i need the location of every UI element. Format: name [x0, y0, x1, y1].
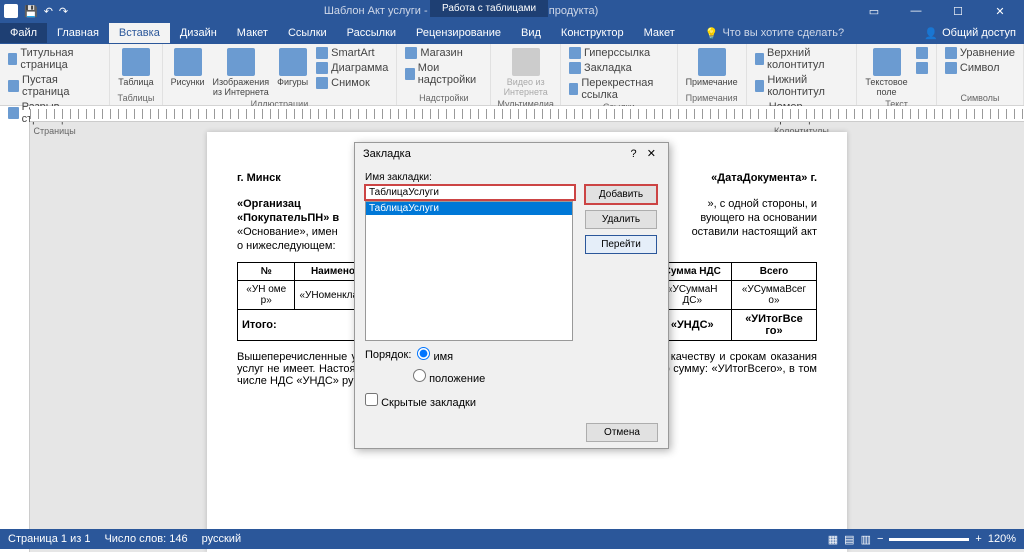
shapes-button[interactable]: Фигуры [275, 46, 310, 89]
tab-view[interactable]: Вид [511, 23, 551, 43]
ribbon-comments: Примечание Примечания [678, 44, 747, 105]
view-read-icon[interactable]: ▦ [828, 533, 838, 546]
add-button[interactable]: Добавить [585, 185, 657, 204]
statusbar: Страница 1 из 1 Число слов: 146 русский … [0, 529, 1024, 549]
ribbon: Титульная страница Пустая страница Разры… [0, 44, 1024, 106]
ribbon-media: Видео из Интернета Мультимедиа [491, 44, 561, 105]
table-tools-label: Работа с таблицами [430, 0, 548, 17]
dialog-close-icon[interactable]: ✕ [637, 147, 660, 160]
menubar: Файл Главная Вставка Дизайн Макет Ссылки… [0, 22, 1024, 44]
cancel-button[interactable]: Отмена [586, 423, 658, 442]
crossref-button[interactable]: Перекрестная ссылка [567, 76, 671, 102]
tab-table-layout[interactable]: Макет [634, 23, 685, 43]
tab-file[interactable]: Файл [0, 23, 47, 43]
ribbon-text: Текстовое поле Текст [857, 44, 937, 105]
close-icon[interactable]: ✕ [980, 0, 1020, 22]
tab-mailings[interactable]: Рассылки [337, 23, 406, 43]
zoom-out-icon[interactable]: − [877, 533, 883, 545]
store-button[interactable]: Магазин [403, 46, 484, 60]
my-addins-button[interactable]: Мои надстройки [403, 61, 484, 87]
tab-review[interactable]: Рецензирование [406, 23, 511, 43]
zoom-value[interactable]: 120% [988, 533, 1016, 545]
ruler-vertical[interactable] [0, 122, 30, 552]
tab-layout[interactable]: Макет [227, 23, 278, 43]
view-print-icon[interactable]: ▤ [844, 533, 854, 546]
bookmark-list-item[interactable]: ТаблицаУслуги [366, 202, 572, 215]
wordart-button[interactable] [914, 46, 930, 60]
titlebar: 💾 ↶ ↷ Шаблон Акт услуги - Word (Сбой акт… [0, 0, 1024, 22]
tab-design[interactable]: Дизайн [170, 23, 227, 43]
ribbon-illustrations: Рисунки Изображения из Интернета Фигуры … [163, 44, 398, 105]
sort-name-radio[interactable]: имя [417, 347, 453, 363]
screenshot-button[interactable]: Снимок [314, 76, 390, 90]
dropcap-button[interactable] [914, 61, 930, 75]
bookmark-list[interactable]: ТаблицаУслуги [365, 201, 573, 341]
bookmark-name-label: Имя закладки: [365, 172, 658, 183]
tab-references[interactable]: Ссылки [278, 23, 337, 43]
maximize-icon[interactable]: ☐ [938, 0, 978, 22]
ribbon-tables: Таблица Таблицы [110, 44, 162, 105]
tab-home[interactable]: Главная [47, 23, 109, 43]
delete-button[interactable]: Удалить [585, 210, 657, 229]
symbol-button[interactable]: Символ [943, 61, 1017, 75]
status-words[interactable]: Число слов: 146 [104, 533, 187, 545]
share-button[interactable]: 👤 Общий доступ [924, 27, 1016, 40]
status-page[interactable]: Страница 1 из 1 [8, 533, 90, 545]
footer-button[interactable]: Нижний колонтитул [753, 73, 851, 99]
ribbon-addins: Магазин Мои надстройки Надстройки [397, 44, 491, 105]
sort-location-radio[interactable]: положение [413, 369, 485, 385]
zoom-slider[interactable] [889, 538, 969, 541]
ribbon-links: Гиперссылка Закладка Перекрестная ссылка… [561, 44, 678, 105]
ribbon-pages: Титульная страница Пустая страница Разры… [0, 44, 110, 105]
qat-save-icon[interactable]: 💾 [24, 5, 38, 18]
doc-city: г. Минск [237, 172, 281, 184]
tab-table-design[interactable]: Конструктор [551, 23, 634, 43]
table-button[interactable]: Таблица [116, 46, 155, 89]
view-web-icon[interactable]: ▥ [861, 533, 871, 546]
chart-button[interactable]: Диаграмма [314, 61, 390, 75]
equation-button[interactable]: Уравнение [943, 46, 1017, 60]
blank-page-button[interactable]: Пустая страница [6, 73, 103, 99]
tell-me-input[interactable]: 💡 Что вы хотите сделать? [705, 27, 844, 40]
online-pictures-button[interactable]: Изображения из Интернета [211, 46, 272, 99]
textbox-button[interactable]: Текстовое поле [863, 46, 910, 99]
tab-insert[interactable]: Вставка [109, 23, 170, 43]
bookmark-button[interactable]: Закладка [567, 61, 671, 75]
ribbon-symbols: Уравнение Символ Символы [937, 44, 1024, 105]
doc-date: «ДатаДокумента» г. [711, 172, 817, 184]
cover-page-button[interactable]: Титульная страница [6, 46, 103, 72]
ribbon-headfoot: Верхний колонтитул Нижний колонтитул Ном… [747, 44, 858, 105]
ruler-horizontal[interactable] [30, 106, 1024, 122]
word-icon [4, 4, 18, 18]
qat-redo-icon[interactable]: ↷ [59, 5, 68, 18]
hidden-bookmarks-checkbox[interactable]: Скрытые закладки [365, 393, 476, 409]
online-video-button[interactable]: Видео из Интернета [497, 46, 554, 99]
comment-button[interactable]: Примечание [684, 46, 740, 89]
header-button[interactable]: Верхний колонтитул [753, 46, 851, 72]
goto-button[interactable]: Перейти [585, 235, 657, 254]
status-lang[interactable]: русский [202, 533, 241, 545]
dialog-title: Закладка [363, 148, 631, 160]
qat-undo-icon[interactable]: ↶ [44, 5, 53, 18]
window-options-icon[interactable]: ▭ [854, 0, 894, 22]
bookmark-name-input[interactable] [365, 185, 575, 200]
smartart-button[interactable]: SmartArt [314, 46, 390, 60]
bookmark-dialog: Закладка ? ✕ Имя закладки: ТаблицаУслуги… [354, 142, 669, 449]
pictures-button[interactable]: Рисунки [169, 46, 207, 89]
hyperlink-button[interactable]: Гиперссылка [567, 46, 671, 60]
zoom-in-icon[interactable]: + [975, 533, 981, 545]
order-label: Порядок: [365, 349, 411, 361]
minimize-icon[interactable]: — [896, 0, 936, 22]
